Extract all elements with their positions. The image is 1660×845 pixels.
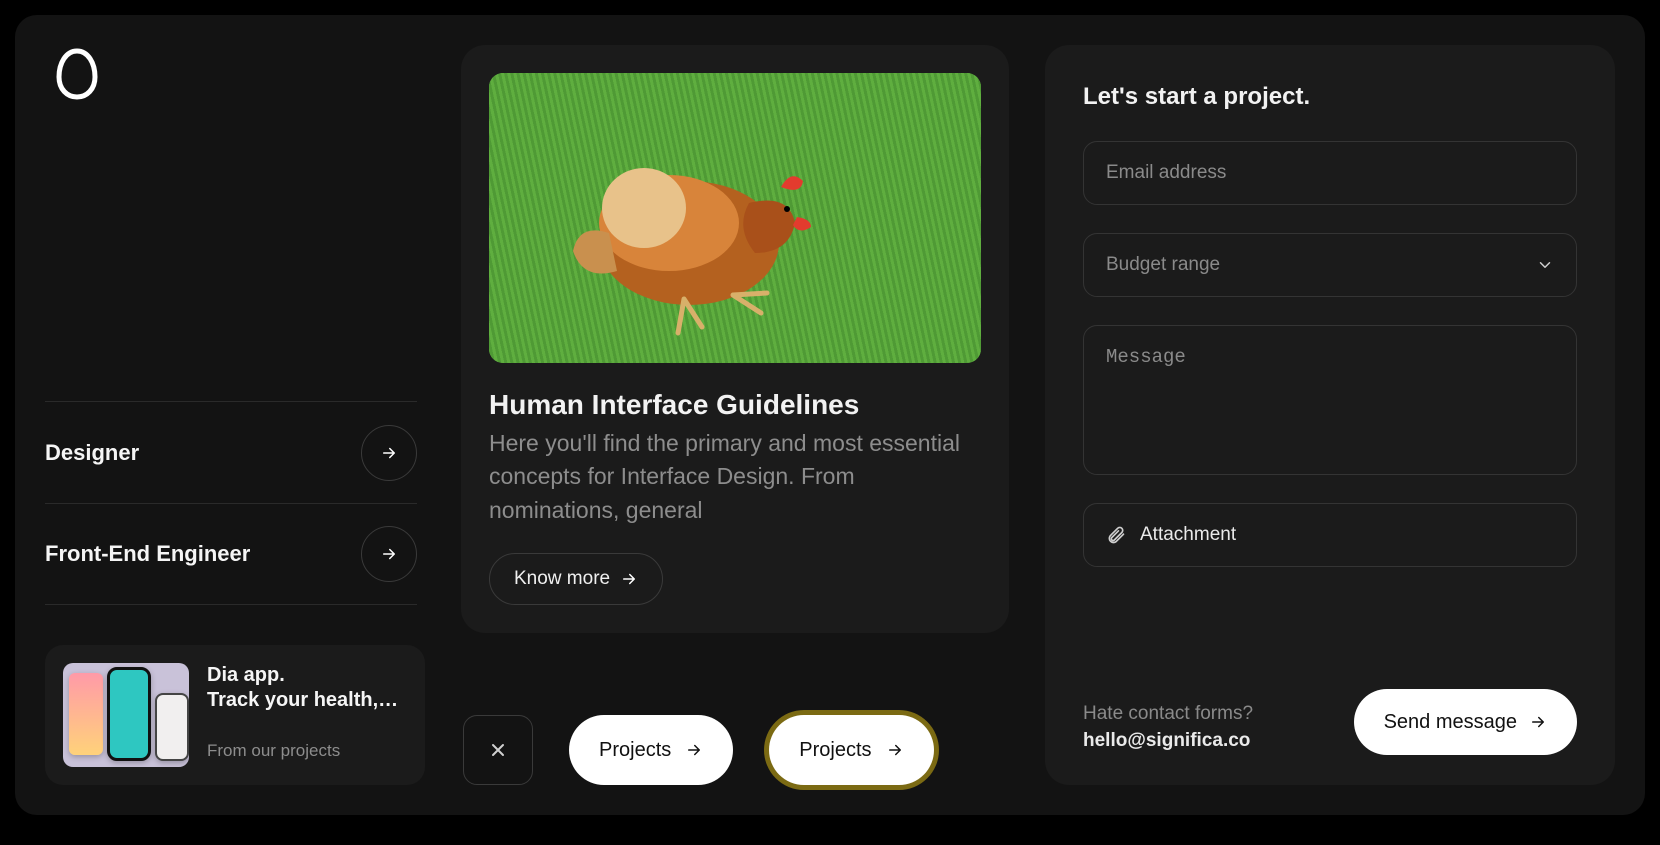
email-field[interactable] xyxy=(1083,141,1577,205)
project-card[interactable]: Dia app. Track your health,… From our pr… xyxy=(45,645,425,785)
budget-placeholder: Budget range xyxy=(1106,254,1220,276)
send-message-button[interactable]: Send message xyxy=(1354,689,1577,755)
know-more-button[interactable]: Know more xyxy=(489,553,663,605)
paperclip-icon xyxy=(1106,525,1126,545)
alt-contact: Hate contact forms? hello@significa.co xyxy=(1083,700,1253,755)
article-hero-image xyxy=(489,73,981,363)
projects-label: Projects xyxy=(599,739,671,762)
arrow-right-icon xyxy=(620,570,638,588)
arrow-right-icon xyxy=(886,741,904,759)
projects-button-focused[interactable]: Projects xyxy=(769,715,933,785)
role-arrow-button[interactable] xyxy=(361,526,417,582)
project-thumbnail xyxy=(63,663,189,767)
role-row-frontend[interactable]: Front-End Engineer xyxy=(45,503,417,605)
close-button[interactable] xyxy=(463,715,533,785)
arrow-right-icon xyxy=(380,545,398,563)
chicken-illustration xyxy=(549,113,869,343)
role-row-designer[interactable]: Designer xyxy=(45,401,417,503)
article-card: Human Interface Guidelines Here you'll f… xyxy=(461,45,1009,633)
role-title: Designer xyxy=(45,440,139,466)
message-field[interactable] xyxy=(1083,325,1577,475)
arrow-right-icon xyxy=(1529,713,1547,731)
know-more-label: Know more xyxy=(514,568,610,590)
project-category: From our projects xyxy=(207,741,407,761)
attachment-button[interactable]: Attachment xyxy=(1083,503,1577,567)
send-label: Send message xyxy=(1384,711,1517,734)
logo-icon xyxy=(53,45,425,106)
article-title: Human Interface Guidelines xyxy=(489,389,981,421)
budget-select[interactable]: Budget range xyxy=(1083,233,1577,297)
close-icon xyxy=(490,742,506,758)
hate-text: Hate contact forms? xyxy=(1083,703,1253,724)
form-title: Let's start a project. xyxy=(1083,83,1577,111)
attachment-label: Attachment xyxy=(1140,524,1236,546)
role-arrow-button[interactable] xyxy=(361,425,417,481)
contact-form: Let's start a project. Budget range Atta… xyxy=(1045,45,1615,785)
role-list: Designer Front-End Engineer xyxy=(45,401,425,605)
project-title: Dia app. Track your health,… xyxy=(207,663,407,713)
chevron-down-icon xyxy=(1536,256,1554,274)
arrow-right-icon xyxy=(380,444,398,462)
arrow-right-icon xyxy=(685,741,703,759)
role-title: Front-End Engineer xyxy=(45,541,250,567)
article-body: Here you'll find the primary and most es… xyxy=(489,427,981,527)
projects-label: Projects xyxy=(799,739,871,762)
contact-email[interactable]: hello@significa.co xyxy=(1083,727,1253,755)
projects-button[interactable]: Projects xyxy=(569,715,733,785)
